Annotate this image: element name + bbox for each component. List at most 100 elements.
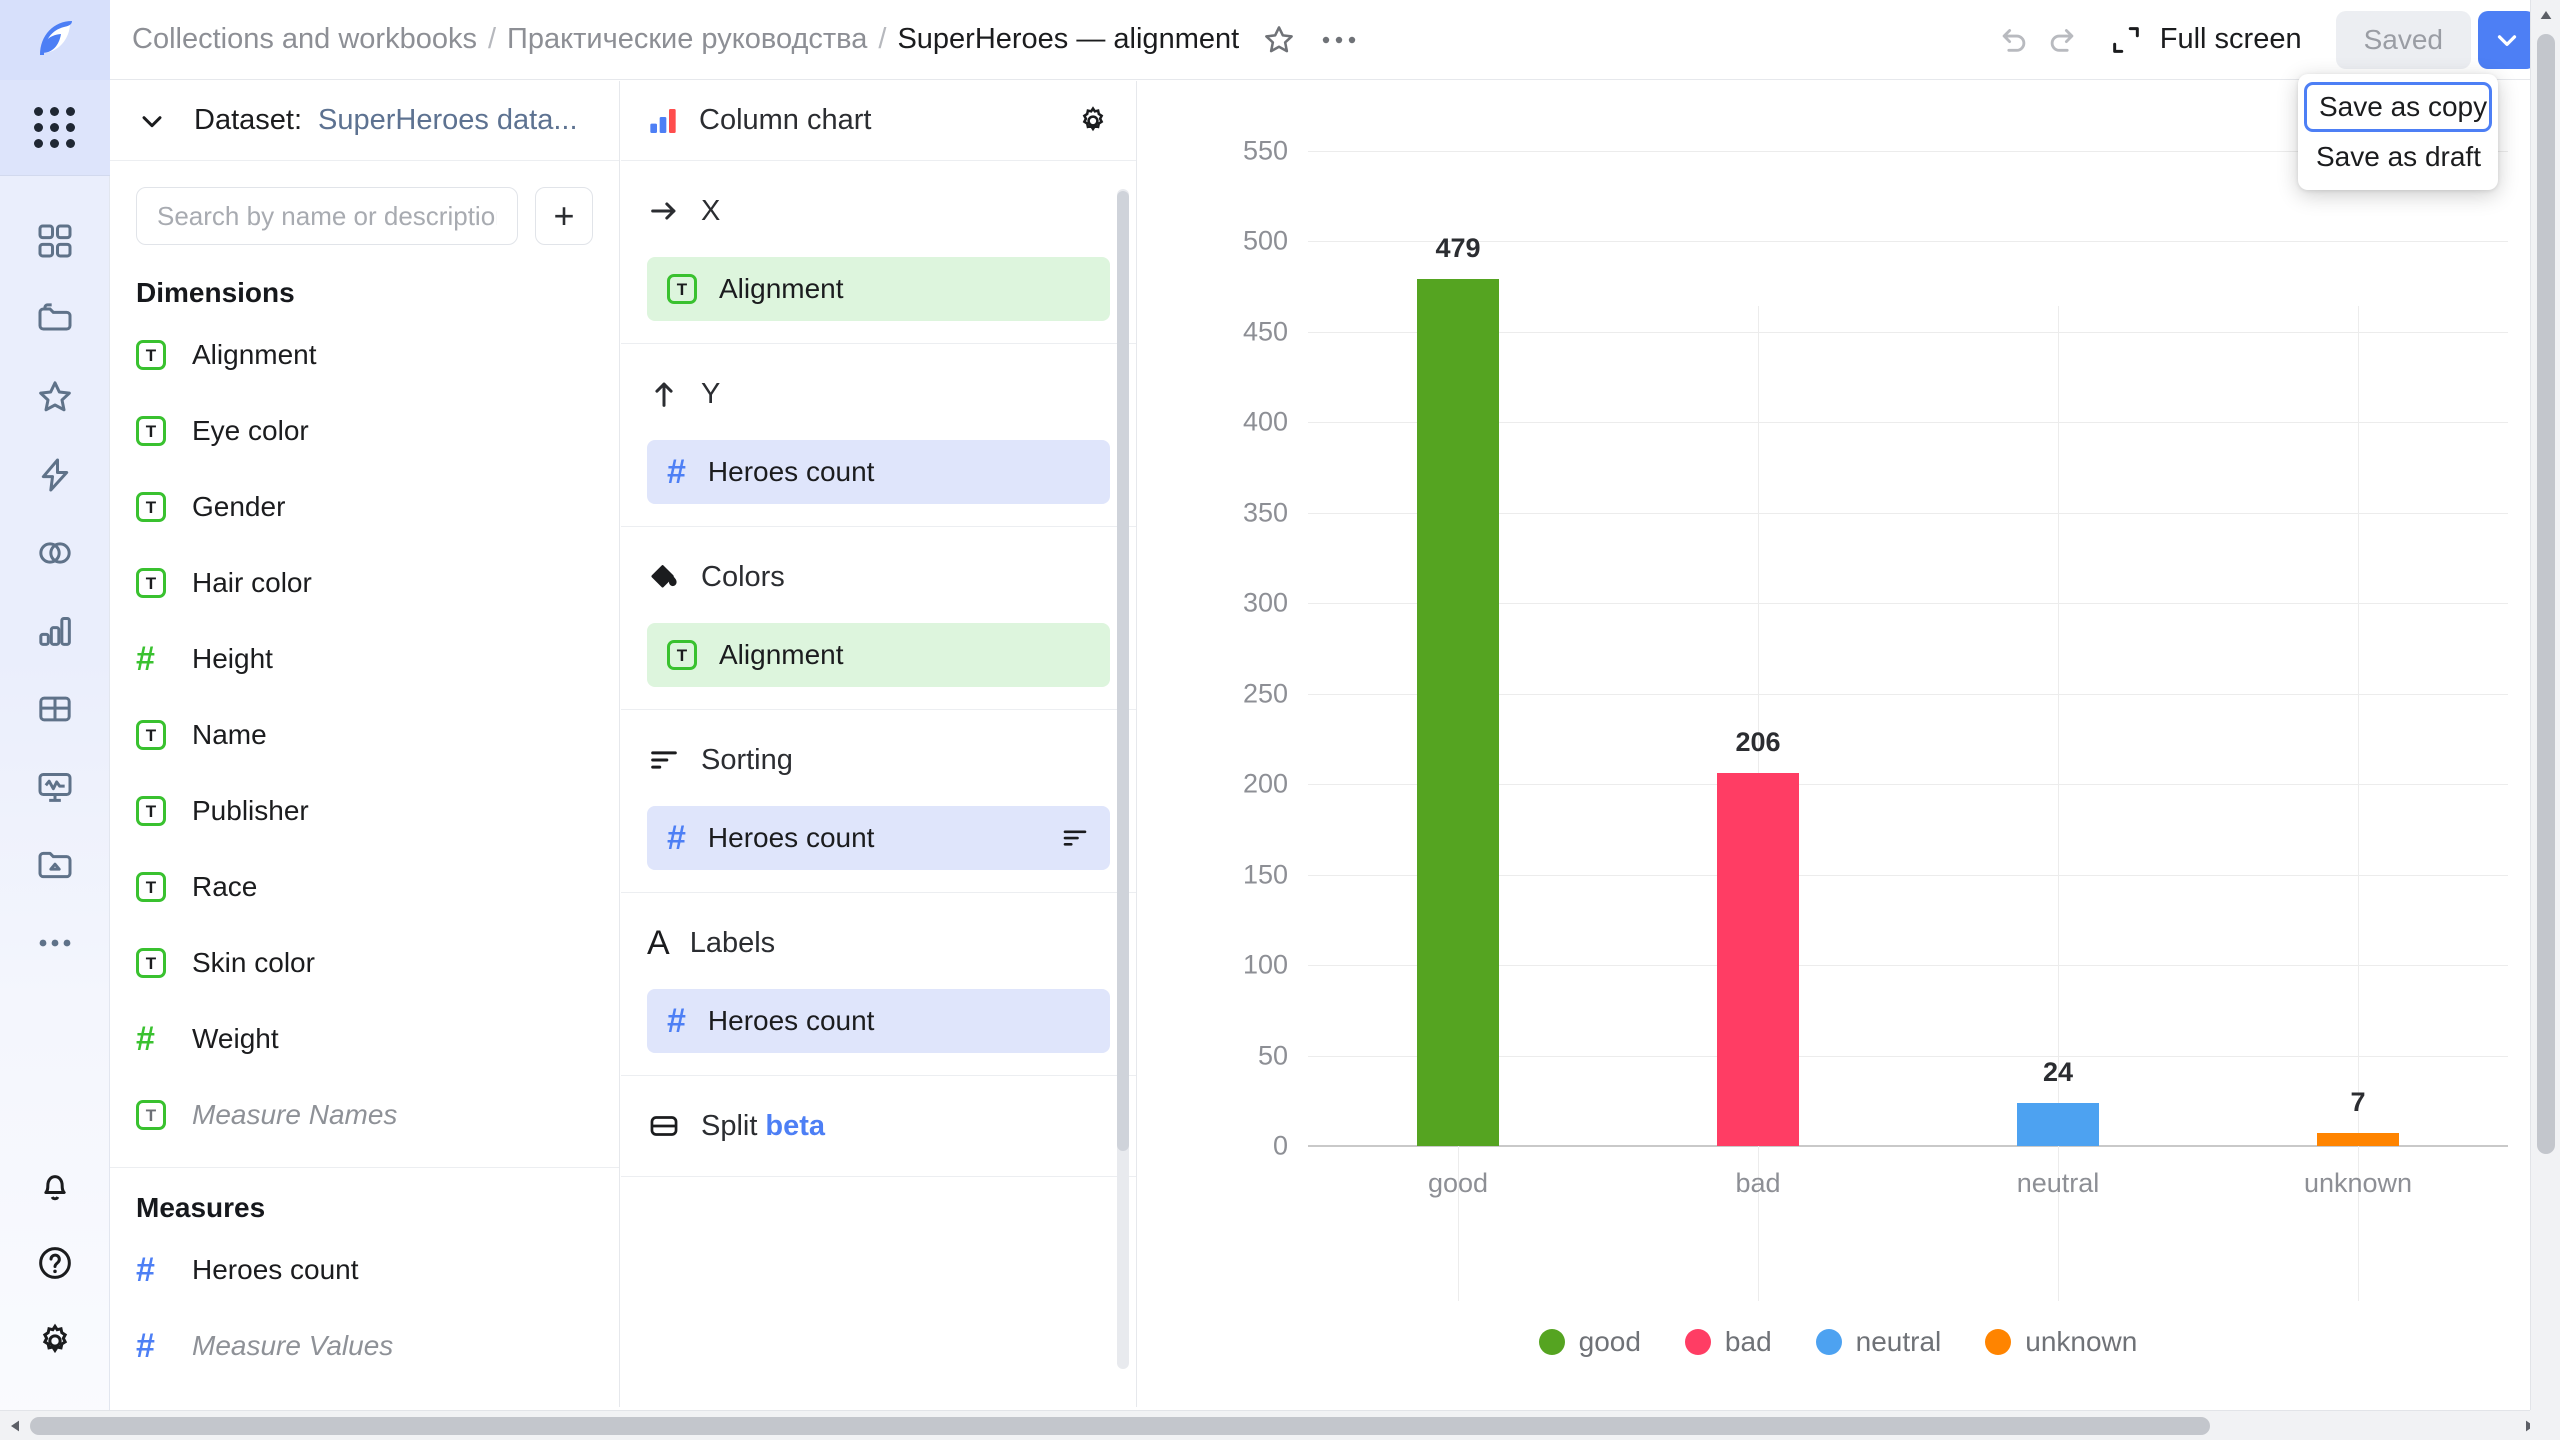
menu-item-save-as-copy[interactable]: Save as copy <box>2304 82 2492 132</box>
sidebar-item-help[interactable] <box>0 1224 110 1302</box>
list-item[interactable]: # Height <box>110 621 619 697</box>
field-icon: T <box>136 872 184 902</box>
dimensions-list: T Alignment T Eye color T Gender T Hair color # H… <box>110 317 619 1153</box>
dataset-header[interactable]: Dataset: SuperHeroes data... <box>110 81 619 161</box>
field-chip[interactable]: # Heroes count <box>647 989 1110 1053</box>
sidebar-item-monitoring[interactable] <box>0 748 110 826</box>
config-section-header: Sorting <box>647 732 1110 788</box>
list-item[interactable]: T Skin color <box>110 925 619 1001</box>
legend-item[interactable]: unknown <box>1985 1326 2137 1358</box>
star-icon[interactable] <box>1261 22 1297 58</box>
breadcrumb-item-workbook[interactable]: Практические руководства <box>507 23 867 56</box>
sidebar-item-tables[interactable] <box>0 670 110 748</box>
sidebar-item-connections[interactable] <box>0 826 110 904</box>
legend-label: unknown <box>2025 1326 2138 1357</box>
legend-item[interactable]: bad <box>1684 1326 1772 1358</box>
add-field-button[interactable]: + <box>535 187 593 245</box>
field-icon: T <box>136 416 184 446</box>
config-section-sorting: Sorting # Heroes count <box>621 710 1136 893</box>
sidebar-item-notifications[interactable] <box>0 1146 110 1224</box>
list-item[interactable]: T Alignment <box>110 317 619 393</box>
bar[interactable] <box>1717 773 1799 1146</box>
chart-type-label: Column chart <box>699 104 872 136</box>
text-field-icon: T <box>136 340 166 370</box>
chart-legend: good bad neutral unknown <box>1138 1326 2538 1358</box>
apps-grid-icon[interactable] <box>0 80 110 176</box>
gear-icon[interactable] <box>1076 104 1110 138</box>
field-chip[interactable]: T Alignment <box>647 257 1110 321</box>
list-item[interactable]: T Race <box>110 849 619 925</box>
list-item[interactable]: # Heroes count <box>110 1232 619 1308</box>
list-item[interactable]: T Measure Names <box>110 1077 619 1153</box>
list-item[interactable]: T Hair color <box>110 545 619 621</box>
sidebar-item-more[interactable] <box>0 904 110 982</box>
more-horizontal-icon[interactable] <box>1319 33 1359 47</box>
field-label: Race <box>192 871 258 902</box>
legend-item[interactable]: good <box>1538 1326 1641 1358</box>
bar[interactable] <box>2017 1102 2099 1146</box>
sort-icon <box>647 743 681 777</box>
rail-bottom-items <box>0 1146 110 1440</box>
field-icon: T <box>667 274 697 304</box>
page-title: SuperHeroes — alignment <box>897 23 1240 55</box>
chart-type-header: Column chart <box>621 81 1136 161</box>
bar-value-label: 206 <box>1735 727 1781 758</box>
breadcrumb-item-collections[interactable]: Collections and workbooks <box>132 23 477 56</box>
config-section-title: Sorting <box>701 743 793 776</box>
list-item[interactable]: T Publisher <box>110 773 619 849</box>
horizontal-scroll-thumb[interactable] <box>30 1416 2210 1435</box>
fullscreen-label: Full screen <box>2159 23 2302 55</box>
chevron-up-icon[interactable] <box>2531 0 2560 30</box>
config-section-title: Y <box>701 377 721 410</box>
config-section-title: Labels <box>689 926 776 959</box>
field-label: Heroes count <box>192 1254 359 1285</box>
config-section-header: X <box>647 183 1110 239</box>
saved-button[interactable]: Saved <box>2335 10 2471 69</box>
fullscreen-button[interactable]: Full screen <box>2109 23 2302 57</box>
page-vertical-scrollbar[interactable] <box>2530 0 2560 1410</box>
chevron-left-icon[interactable] <box>0 1411 30 1440</box>
undo-icon[interactable] <box>1993 21 2031 59</box>
dimensions-heading: Dimensions <box>136 277 295 308</box>
brand-logo-icon[interactable] <box>0 0 110 80</box>
list-item[interactable]: T Name <box>110 697 619 773</box>
undo-redo-group <box>1993 21 2083 59</box>
list-item[interactable]: T Gender <box>110 469 619 545</box>
arrow-right-icon <box>647 194 681 228</box>
vertical-scroll-thumb[interactable] <box>2537 34 2555 1154</box>
list-item[interactable]: # Measure Values <box>110 1308 619 1384</box>
bar-chart: 0 50 100 150 200 250 300 350 400 450 500 550 479 good… <box>1138 81 2538 1301</box>
save-dropdown-toggle[interactable] <box>2478 10 2536 69</box>
config-panel-scrollbar[interactable] <box>1117 189 1129 1369</box>
field-icon: # <box>667 455 686 489</box>
search-input[interactable] <box>136 187 518 245</box>
field-chip[interactable]: # Heroes count <box>647 806 1110 870</box>
config-section-labels: A Labels # Heroes count <box>621 893 1136 1076</box>
bar[interactable] <box>2317 1133 2399 1146</box>
chevron-down-icon[interactable] <box>136 105 168 137</box>
legend-item[interactable]: neutral <box>1815 1326 1941 1358</box>
redo-icon[interactable] <box>2045 21 2083 59</box>
sort-direction-icon[interactable] <box>1060 823 1090 853</box>
config-sections: X T Alignment Y # Heroes count Colors T Alignmen… <box>621 161 1136 1177</box>
sidebar-item-favorites[interactable] <box>0 358 110 436</box>
sidebar-item-collections[interactable] <box>0 280 110 358</box>
menu-item-save-as-draft[interactable]: Save as draft <box>2298 132 2498 182</box>
sidebar-item-datasets[interactable] <box>0 514 110 592</box>
breadcrumb-separator: / <box>487 23 497 55</box>
list-item[interactable]: # Weight <box>110 1001 619 1077</box>
text-field-icon: T <box>136 796 166 826</box>
list-item[interactable]: T Eye color <box>110 393 619 469</box>
category-tick-line <box>2358 306 2359 1301</box>
sidebar-item-settings[interactable] <box>0 1302 110 1380</box>
sidebar-item-charts[interactable] <box>0 592 110 670</box>
field-chip[interactable]: T Alignment <box>647 623 1110 687</box>
horizontal-scroll-track[interactable] <box>30 1411 2515 1440</box>
sidebar-item-quickstart[interactable] <box>0 436 110 514</box>
bar[interactable] <box>1417 279 1499 1146</box>
field-chip[interactable]: # Heroes count <box>647 440 1110 504</box>
page-horizontal-scrollbar[interactable] <box>0 1410 2545 1440</box>
sidebar-item-dashboards[interactable] <box>0 202 110 280</box>
field-chip-label: Alignment <box>719 273 844 304</box>
dataset-name[interactable]: SuperHeroes data... <box>318 104 578 137</box>
